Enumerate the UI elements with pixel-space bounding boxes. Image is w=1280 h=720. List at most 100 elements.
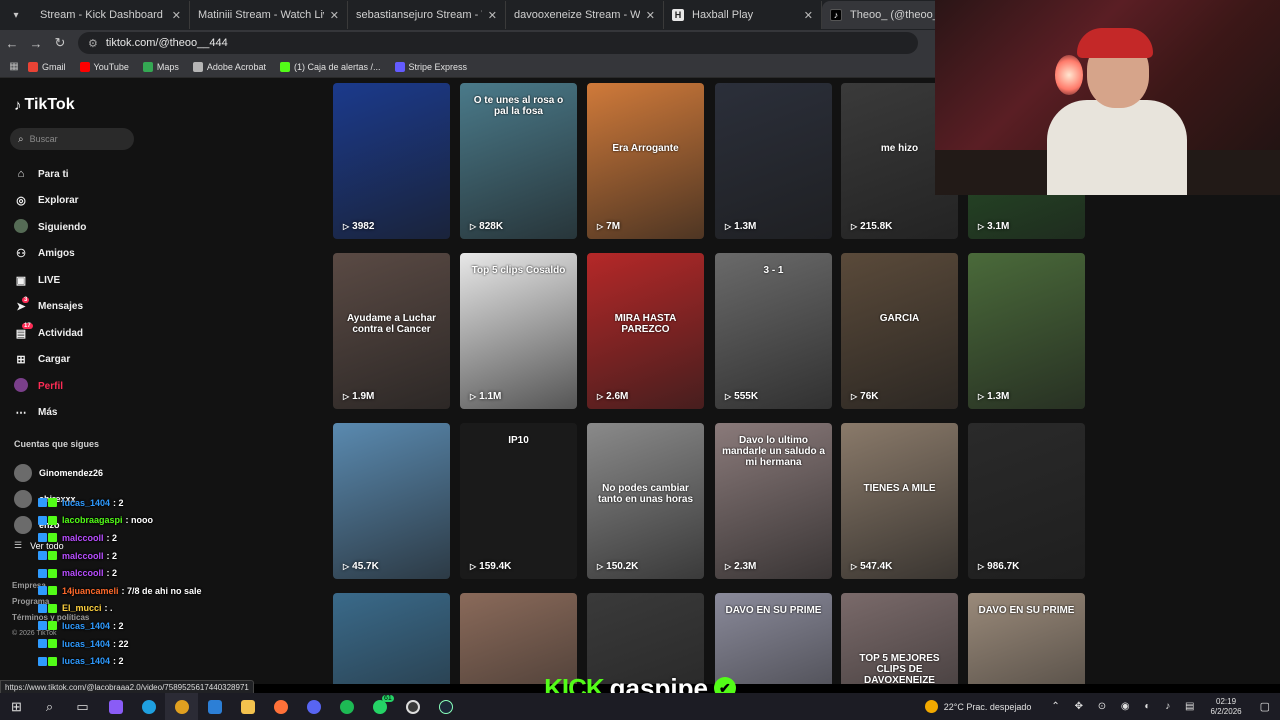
video-thumbnail[interactable]: O te unes al rosa o pal la fosa ▷ 828K: [460, 83, 577, 239]
nav-item-parati[interactable]: ⌂ Para ti: [14, 161, 164, 188]
firefox-icon[interactable]: [264, 693, 297, 720]
nav-item-live[interactable]: ▣ LIVE: [14, 267, 164, 294]
video-thumbnail[interactable]: ▷ 1.3M: [968, 253, 1085, 409]
edge-icon[interactable]: [132, 693, 165, 720]
search-input[interactable]: ⌕ Buscar: [10, 128, 134, 150]
video-thumbnail[interactable]: Davo lo ultimo mandarle un saludo a mi h…: [715, 423, 832, 579]
video-thumbnail[interactable]: ▷ 3982: [333, 83, 450, 239]
obs-icon[interactable]: [396, 693, 429, 720]
whatsapp-icon[interactable]: 61: [363, 693, 396, 720]
chat-username[interactable]: El_mucci: [62, 603, 102, 613]
video-thumbnail[interactable]: [333, 593, 450, 684]
spotify-icon[interactable]: [330, 693, 363, 720]
site-info-icon[interactable]: ⚙: [88, 37, 98, 50]
video-thumbnail[interactable]: DAVO EN SU PRIME: [968, 593, 1085, 684]
browser-tab[interactable]: KMatiniii Stream - Watch Live on✕: [190, 1, 730, 679]
browser-tab[interactable]: H Haxball Play ✕: [664, 1, 822, 29]
copilot-icon[interactable]: [99, 693, 132, 720]
chat-username[interactable]: lucas_1404: [62, 498, 110, 508]
discord-icon[interactable]: [297, 693, 330, 720]
chat-username[interactable]: lucas_1404: [62, 656, 110, 666]
reload-icon[interactable]: ↻: [48, 35, 72, 51]
tiktok-logo[interactable]: ♪ TikTok: [14, 96, 75, 114]
gift-badge-icon: [48, 586, 57, 596]
video-thumbnail[interactable]: ▷ 986.7K: [968, 423, 1085, 579]
chat-badges: [38, 639, 58, 649]
url-field[interactable]: ⚙ tiktok.com/@theoo__444: [78, 32, 918, 54]
nav-item-ms[interactable]: ⋯ Más: [14, 400, 164, 427]
play-icon: ▷: [470, 222, 477, 231]
nav-item-mensajes[interactable]: ➤ Mensajes 3: [14, 294, 164, 321]
chat-message: malccoolI: 2: [38, 547, 278, 565]
video-thumbnail[interactable]: 3 - 1 ▷ 555K: [715, 253, 832, 409]
chrome-icon[interactable]: [165, 693, 198, 720]
tab-close-icon[interactable]: ✕: [330, 9, 339, 22]
nav-item-explorar[interactable]: ◎ Explorar: [14, 188, 164, 215]
tab-close-icon[interactable]: ✕: [646, 9, 655, 22]
browser-tab[interactable]: Ksebastiansejuro Stream - Watch✕: [348, 1, 888, 679]
nav-item-perfil[interactable]: Perfil: [14, 373, 164, 400]
bookmark-favicon-icon: [28, 61, 38, 72]
bookmark-item[interactable]: (1) Caja de alertas /...: [279, 61, 381, 72]
view-count-value: 1.3M: [734, 221, 757, 232]
nav-item-actividad[interactable]: ▤ Actividad 17: [14, 320, 164, 347]
haxball-favicon-icon: H: [672, 9, 684, 21]
nav-item-cargar[interactable]: ⊞ Cargar: [14, 347, 164, 374]
chat-username[interactable]: 14juancameli: [62, 586, 119, 596]
video-caption: TIENES A MILE: [863, 483, 936, 494]
video-caption: MIRA HASTA PAREZCO: [614, 313, 677, 335]
video-thumbnail[interactable]: Era Arrogante ▷ 7M: [587, 83, 704, 239]
chat-message: lucas_1404: 2: [38, 494, 278, 512]
search-placeholder: Buscar: [29, 134, 58, 144]
main-nav: ⌂ Para ti ◎ Explorar Siguiendo ⚇ Amigos ▣ LIVE ➤ M…: [14, 161, 164, 426]
bookmark-item[interactable]: YouTube: [79, 61, 129, 72]
video-thumbnail[interactable]: ▷ 45.7K: [333, 423, 450, 579]
chat-username[interactable]: lucas_1404: [62, 639, 110, 649]
taskbar-search-icon[interactable]: ⌕: [33, 693, 66, 720]
chat-message: lucas_1404: 2: [38, 617, 278, 635]
following-account[interactable]: Ginomendez26: [14, 460, 103, 486]
bookmark-item[interactable]: Adobe Acrobat: [192, 61, 266, 72]
tab-search-icon[interactable]: ▾: [4, 4, 28, 26]
view-count-value: 215.8K: [860, 221, 893, 232]
bookmark-item[interactable]: Stripe Express: [394, 61, 467, 72]
steam-icon[interactable]: [429, 693, 462, 720]
notifications-icon[interactable]: ▢: [1260, 700, 1270, 713]
browser-tab[interactable]: Kdavooxeneize Stream - Watch L✕: [506, 1, 1046, 679]
chat-username[interactable]: lucas_1404: [62, 621, 110, 631]
video-thumbnail[interactable]: Ayudame a Luchar contra el Cancer ▷ 1.9M: [333, 253, 450, 409]
video-thumbnail[interactable]: GARCIA ▷ 76K: [841, 253, 958, 409]
tab-close-icon[interactable]: ✕: [804, 9, 813, 22]
forward-icon[interactable]: →: [24, 36, 48, 51]
weather-widget[interactable]: 22°C Prac. despejado: [924, 700, 1031, 713]
system-tray[interactable]: ⌃ ✥ ⊙ ◉ ◐ ♪ ▤: [1051, 701, 1200, 712]
nav-item-amigos[interactable]: ⚇ Amigos: [14, 241, 164, 268]
video-thumbnail[interactable]: MIRA HASTA PAREZCO ▷ 2.6M: [587, 253, 704, 409]
compass-icon: ◎: [16, 195, 26, 208]
chat-username[interactable]: malccoolI: [62, 551, 104, 561]
task-view-icon[interactable]: ▭: [66, 693, 99, 720]
view-count-value: 547.4K: [860, 561, 893, 572]
chat-username[interactable]: malccoolI: [62, 533, 104, 543]
video-thumbnail[interactable]: TIENES A MILE ▷ 547.4K: [841, 423, 958, 579]
chat-username[interactable]: lacobraagaspi: [62, 515, 123, 525]
bookmark-item[interactable]: Gmail: [28, 61, 66, 72]
tab-close-icon[interactable]: ✕: [488, 9, 497, 22]
chat-username[interactable]: malccoolI: [62, 568, 104, 578]
nav-item-siguiendo[interactable]: Siguiendo: [14, 214, 164, 241]
start-icon[interactable]: ⊞: [0, 693, 33, 720]
video-thumbnail[interactable]: TOP 5 MEJORES CLIPS DE DAVOXENEIZE: [841, 593, 958, 684]
video-thumbnail[interactable]: IP10 ▷ 159.4K: [460, 423, 577, 579]
browser-tab[interactable]: KStream - Kick Dashboard✕: [32, 1, 572, 679]
video-thumbnail[interactable]: Top 5 clips Cosaldo ▷ 1.1M: [460, 253, 577, 409]
back-icon[interactable]: ←: [0, 36, 24, 51]
file-explorer-icon[interactable]: [231, 693, 264, 720]
clock[interactable]: 02:19 6/2/2026: [1210, 697, 1241, 717]
apps-grid-icon[interactable]: ▦: [0, 61, 28, 72]
video-thumbnail[interactable]: ▷ 1.3M: [715, 83, 832, 239]
store-icon[interactable]: [198, 693, 231, 720]
bookmark-item[interactable]: Maps: [142, 61, 179, 72]
tab-close-icon[interactable]: ✕: [172, 9, 181, 22]
video-thumbnail[interactable]: No podes cambiar tanto en unas horas ▷ 150…: [587, 423, 704, 579]
following-name: Ginomendez26: [39, 468, 104, 478]
